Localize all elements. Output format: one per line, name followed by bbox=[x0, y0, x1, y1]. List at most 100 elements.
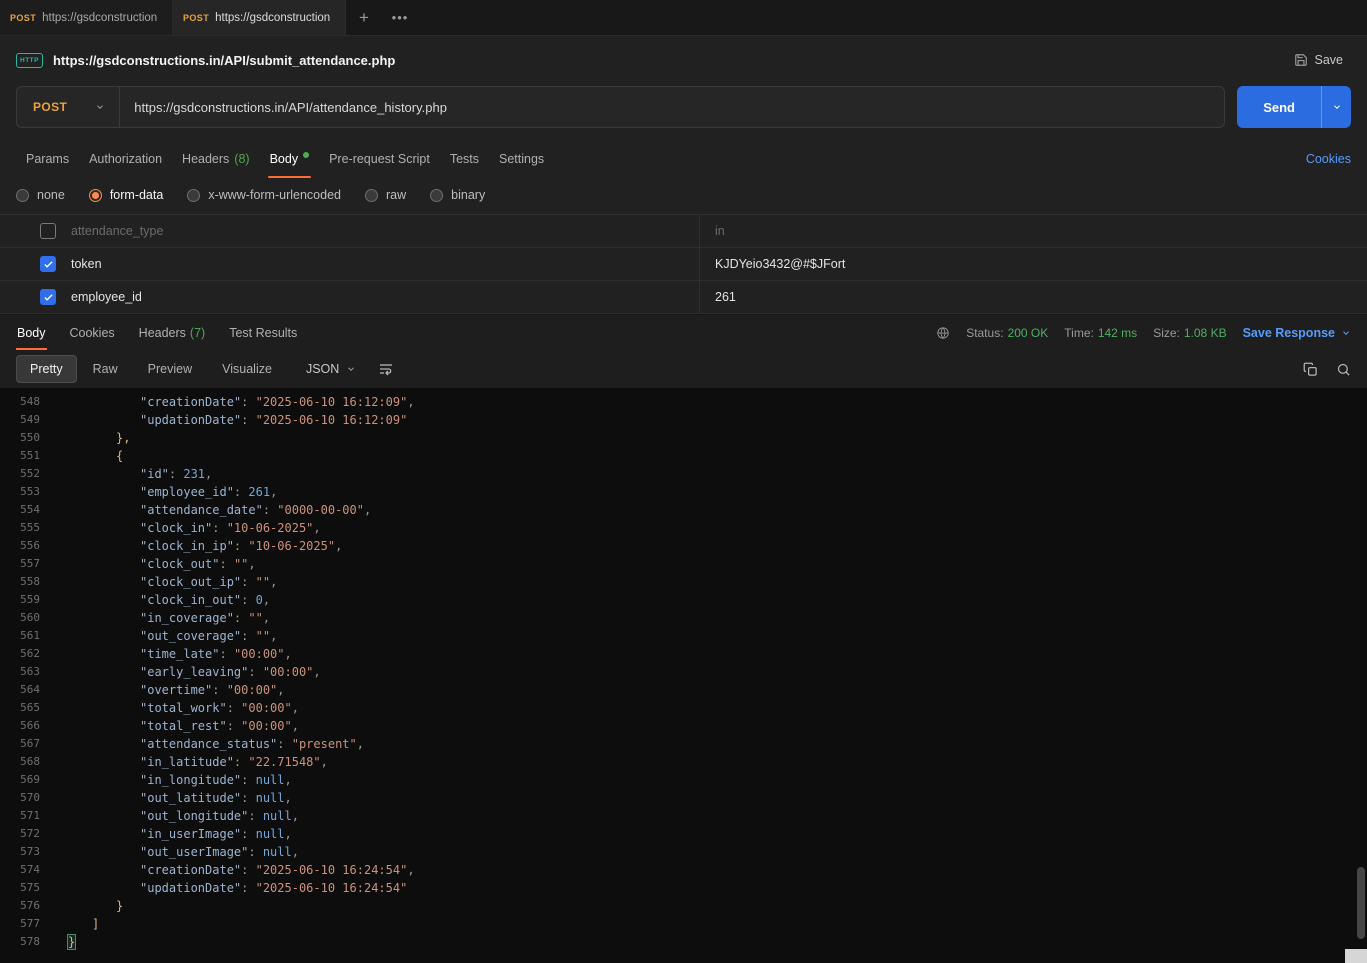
view-pretty[interactable]: Pretty bbox=[16, 355, 77, 383]
param-key-cell[interactable]: token bbox=[0, 248, 700, 280]
tab-url-label: https://gsdconstruction bbox=[42, 12, 157, 24]
json-line: 570"out_latitude": null, bbox=[0, 789, 1367, 807]
json-line: 554"attendance_date": "0000-00-00", bbox=[0, 501, 1367, 519]
search-response-button[interactable] bbox=[1336, 362, 1351, 377]
response-tab-body[interactable]: Body bbox=[16, 315, 47, 350]
json-response-viewer[interactable]: 548"creationDate": "2025-06-10 16:12:09"… bbox=[0, 388, 1367, 963]
json-line: 571"out_longitude": null, bbox=[0, 807, 1367, 825]
body-type-none[interactable]: none bbox=[16, 188, 65, 202]
body-type-raw[interactable]: raw bbox=[365, 188, 406, 202]
json-line: 555"clock_in": "10-06-2025", bbox=[0, 519, 1367, 537]
json-line: 558"clock_out_ip": "", bbox=[0, 573, 1367, 591]
param-key-cell[interactable]: attendance_type bbox=[0, 215, 700, 247]
json-line: 569"in_longitude": null, bbox=[0, 771, 1367, 789]
chevron-down-icon bbox=[1341, 328, 1351, 338]
tab-count: (7) bbox=[190, 326, 205, 340]
param-key[interactable]: attendance_type bbox=[71, 224, 163, 238]
json-line: 560"in_coverage": "", bbox=[0, 609, 1367, 627]
wrap-text-button[interactable] bbox=[378, 361, 394, 377]
response-metrics: Status:200 OK Time:142 ms Size:1.08 KB S… bbox=[936, 326, 1351, 340]
checkbox-checked[interactable] bbox=[40, 289, 56, 305]
line-number: 570 bbox=[0, 789, 46, 807]
param-value[interactable]: KJDYeio3432@#$JFort bbox=[700, 248, 1367, 280]
tab-url-label: https://gsdconstruction bbox=[215, 12, 330, 24]
checkbox-checked[interactable] bbox=[40, 256, 56, 272]
json-line: 556"clock_in_ip": "10-06-2025", bbox=[0, 537, 1367, 555]
body-type-form-data[interactable]: form-data bbox=[89, 188, 164, 202]
request-section-tabs: Params Authorization Headers(8)Body Pre-req… bbox=[0, 140, 1367, 178]
response-tab-cookies[interactable]: Cookies bbox=[69, 315, 116, 350]
radio-icon bbox=[430, 189, 443, 202]
json-line: 575"updationDate": "2025-06-10 16:24:54" bbox=[0, 879, 1367, 897]
checkbox-unchecked[interactable] bbox=[40, 223, 56, 239]
copy-response-button[interactable] bbox=[1303, 362, 1318, 377]
response-tab-test-results[interactable]: Test Results bbox=[228, 315, 298, 350]
request-tab-params[interactable]: Params bbox=[16, 140, 79, 178]
body-type-binary[interactable]: binary bbox=[430, 188, 485, 202]
param-key[interactable]: token bbox=[71, 257, 102, 271]
request-tab-pre-request-script[interactable]: Pre-request Script bbox=[319, 140, 440, 178]
view-raw[interactable]: Raw bbox=[79, 355, 132, 383]
send-options-button[interactable] bbox=[1321, 86, 1351, 128]
radio-label: raw bbox=[386, 188, 406, 202]
cookies-link[interactable]: Cookies bbox=[1306, 152, 1351, 166]
param-key[interactable]: employee_id bbox=[71, 290, 142, 304]
send-group: Send bbox=[1237, 86, 1351, 128]
json-line: 572"in_userImage": null, bbox=[0, 825, 1367, 843]
line-number: 576 bbox=[0, 897, 46, 915]
tab-label: Pre-request Script bbox=[329, 152, 430, 166]
send-button[interactable]: Send bbox=[1237, 86, 1321, 128]
json-lines: 548"creationDate": "2025-06-10 16:12:09"… bbox=[0, 393, 1367, 951]
view-visualize[interactable]: Visualize bbox=[208, 355, 286, 383]
param-key-cell[interactable]: employee_id bbox=[0, 281, 700, 313]
line-number: 569 bbox=[0, 771, 46, 789]
url-input[interactable] bbox=[120, 87, 1224, 127]
scrollbar-thumb[interactable] bbox=[1357, 867, 1365, 939]
response-view-switcher: PrettyRawPreviewVisualize bbox=[16, 355, 286, 383]
tab-method-label: POST bbox=[10, 13, 36, 23]
url-row: POST Send bbox=[0, 84, 1367, 140]
format-select[interactable]: JSON bbox=[296, 356, 366, 382]
line-number: 548 bbox=[0, 393, 46, 411]
workspace-tab[interactable]: POST https://gsdconstruction bbox=[0, 0, 173, 35]
response-tab-headers[interactable]: Headers(7) bbox=[138, 315, 207, 350]
workspace-tabbar: POSThttps://gsdconstructionPOSThttps://g… bbox=[0, 0, 1367, 36]
request-tab-headers[interactable]: Headers(8) bbox=[172, 140, 260, 178]
json-line: 567"attendance_status": "present", bbox=[0, 735, 1367, 753]
form-data-row: token KJDYeio3432@#$JFort bbox=[0, 248, 1367, 281]
view-preview[interactable]: Preview bbox=[134, 355, 206, 383]
param-value[interactable]: in bbox=[700, 215, 1367, 247]
json-line: 548"creationDate": "2025-06-10 16:12:09"… bbox=[0, 393, 1367, 411]
tab-label: Settings bbox=[499, 152, 544, 166]
new-tab-button[interactable]: + bbox=[346, 0, 382, 35]
json-line: 557"clock_out": "", bbox=[0, 555, 1367, 573]
json-line: 553"employee_id": 261, bbox=[0, 483, 1367, 501]
time-metric: Time:142 ms bbox=[1064, 326, 1137, 340]
save-response-button[interactable]: Save Response bbox=[1243, 326, 1351, 340]
request-tab-body[interactable]: Body bbox=[260, 140, 320, 178]
param-value[interactable]: 261 bbox=[700, 281, 1367, 313]
line-number: 572 bbox=[0, 825, 46, 843]
line-number: 554 bbox=[0, 501, 46, 519]
line-number: 578 bbox=[0, 933, 46, 951]
json-line: 565"total_work": "00:00", bbox=[0, 699, 1367, 717]
method-select[interactable]: POST bbox=[17, 87, 120, 127]
tab-options-button[interactable]: ••• bbox=[382, 0, 418, 35]
body-type-options: none form-data x-www-form-urlencoded raw bin… bbox=[0, 178, 1367, 214]
save-button[interactable]: Save bbox=[1286, 47, 1352, 73]
line-number: 549 bbox=[0, 411, 46, 429]
line-number: 566 bbox=[0, 717, 46, 735]
line-number: 565 bbox=[0, 699, 46, 717]
url-box: POST bbox=[16, 86, 1225, 128]
tab-label: Authorization bbox=[89, 152, 162, 166]
radio-label: x-www-form-urlencoded bbox=[208, 188, 341, 202]
scrollbar-corner bbox=[1345, 949, 1367, 963]
tab-label: Test Results bbox=[229, 326, 297, 340]
line-number: 562 bbox=[0, 645, 46, 663]
radio-icon bbox=[16, 189, 29, 202]
request-tab-settings[interactable]: Settings bbox=[489, 140, 554, 178]
body-type-x-www-form-urlencoded[interactable]: x-www-form-urlencoded bbox=[187, 188, 341, 202]
workspace-tab[interactable]: POSThttps://gsdconstruction bbox=[173, 0, 346, 35]
request-tab-authorization[interactable]: Authorization bbox=[79, 140, 172, 178]
request-tab-tests[interactable]: Tests bbox=[440, 140, 489, 178]
